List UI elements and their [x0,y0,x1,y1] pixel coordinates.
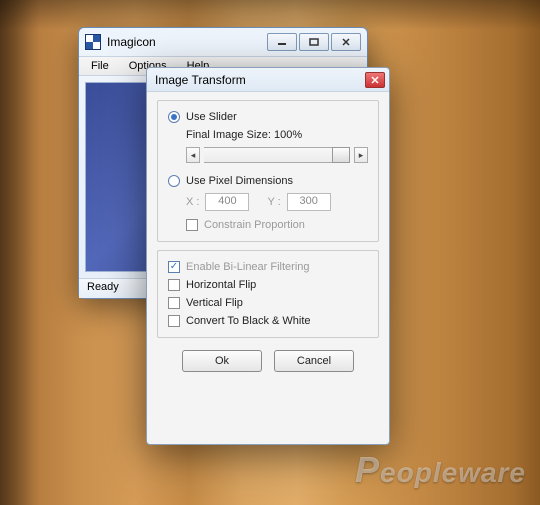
close-icon [370,76,380,84]
vflip-label: Vertical Flip [186,297,243,309]
dialog-buttons: Ok Cancel [157,346,379,380]
app-icon [85,34,101,50]
vflip-checkbox[interactable] [168,297,180,309]
slider-thumb[interactable] [332,147,350,163]
final-size-label: Final Image Size: 100% [186,129,302,141]
cancel-button[interactable]: Cancel [274,350,354,372]
bw-label: Convert To Black & White [186,315,311,327]
constrain-label: Constrain Proportion [204,219,305,231]
bilinear-label: Enable Bi-Linear Filtering [186,261,310,273]
bw-checkbox[interactable] [168,315,180,327]
image-transform-dialog: Image Transform Use Slider Final Image S… [146,67,390,445]
menu-file[interactable]: File [83,59,117,73]
slider-left-button[interactable]: ◂ [186,147,200,163]
close-button[interactable] [331,33,361,51]
use-pixel-label: Use Pixel Dimensions [186,175,293,187]
slider-track[interactable] [204,147,350,163]
watermark: Peopleware [355,449,526,491]
dialog-title: Image Transform [155,73,246,87]
use-slider-radio[interactable] [168,111,180,123]
hflip-checkbox[interactable] [168,279,180,291]
use-pixel-radio[interactable] [168,175,180,187]
filter-group: Enable Bi-Linear Filtering Horizontal Fl… [157,250,379,338]
y-input[interactable]: 300 [287,193,331,211]
ok-button[interactable]: Ok [182,350,262,372]
x-input[interactable]: 400 [205,193,249,211]
constrain-checkbox[interactable] [186,219,198,231]
size-slider[interactable]: ◂ ▸ [186,147,368,163]
y-label: Y : [267,196,280,208]
dialog-close-button[interactable] [365,72,385,88]
use-slider-label: Use Slider [186,111,237,123]
x-label: X : [186,196,199,208]
minimize-button[interactable] [267,33,297,51]
bilinear-checkbox[interactable] [168,261,180,273]
size-group: Use Slider Final Image Size: 100% ◂ ▸ Us… [157,100,379,242]
maximize-button[interactable] [299,33,329,51]
slider-right-button[interactable]: ▸ [354,147,368,163]
main-titlebar[interactable]: Imagicon [79,28,367,56]
watermark-p: P [355,449,380,490]
main-title: Imagicon [107,35,156,49]
window-buttons [267,33,361,51]
dialog-titlebar[interactable]: Image Transform [147,68,389,92]
hflip-label: Horizontal Flip [186,279,256,291]
watermark-text: eopleware [380,457,526,488]
